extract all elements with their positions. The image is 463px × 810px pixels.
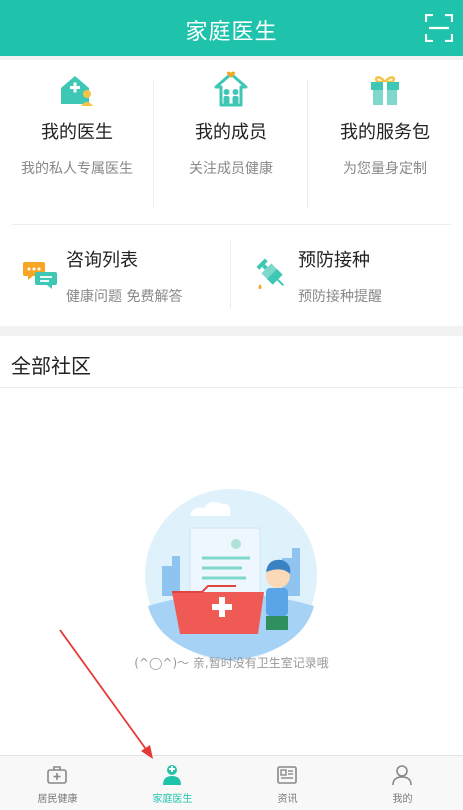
doctor-icon: [163, 765, 181, 785]
consultation-list-subtitle: 健康问题 免费解答: [66, 289, 183, 305]
medical-kit-icon: [47, 766, 67, 784]
tab-resident-health[interactable]: 居民健康: [0, 756, 115, 810]
syringe-icon: [256, 258, 285, 289]
news-icon: [277, 766, 297, 784]
community-section: 全部社区 (^◯^)～ 亲,暂时没有卫生室记录哦: [0, 336, 463, 755]
tab-label: 资讯: [277, 794, 298, 805]
house-doctor-icon: [61, 76, 93, 106]
divider: [230, 240, 231, 308]
scan-icon[interactable]: [425, 14, 453, 42]
vaccination-item[interactable]: 预防接种 预防接种提醒: [232, 236, 463, 312]
community-title: 全部社区: [11, 354, 91, 378]
bottom-tab-bar: 居民健康 家庭医生 资讯 我的: [0, 755, 463, 810]
consultation-list-item[interactable]: 咨询列表 健康问题 免费解答: [0, 236, 231, 312]
my-doctor-subtitle: 我的私人专属医生: [21, 161, 133, 177]
my-members-title: 我的成员: [195, 122, 267, 143]
empty-state-illustration: [145, 489, 317, 661]
my-members-card[interactable]: 我的成员 关注成员健康: [154, 60, 308, 218]
tab-news[interactable]: 资讯: [230, 756, 345, 810]
empty-state-text: (^◯^)～ 亲,暂时没有卫生室记录哦: [134, 656, 329, 670]
my-service-package-card[interactable]: 我的服务包 为您量身定制: [308, 60, 462, 218]
my-doctor-card[interactable]: 我的医生 我的私人专属医生: [0, 60, 154, 218]
tab-label: 家庭医生: [152, 794, 193, 805]
family-home-icon: [214, 71, 248, 107]
top-bar: 家庭医生: [0, 0, 463, 56]
my-service-package-subtitle: 为您量身定制: [343, 161, 427, 177]
chat-bubbles-icon: [23, 262, 57, 289]
page-title: 家庭医生: [185, 20, 278, 45]
feature-panel: 我的医生 我的私人专属医生 我的成员 关注成员健康 我的服务包 为您量身定制 咨…: [0, 60, 463, 326]
tab-mine[interactable]: 我的: [345, 756, 460, 810]
tab-label: 我的: [392, 794, 413, 805]
vaccination-subtitle: 预防接种提醒: [298, 289, 382, 305]
tab-label: 居民健康: [37, 794, 78, 805]
my-service-package-title: 我的服务包: [340, 122, 430, 143]
tab-family-doctor[interactable]: 家庭医生: [115, 756, 230, 810]
gift-icon: [371, 76, 399, 105]
vaccination-title: 预防接种: [298, 250, 370, 271]
user-icon: [392, 765, 412, 786]
consultation-list-title: 咨询列表: [66, 250, 138, 271]
divider: [12, 224, 451, 225]
divider: [0, 387, 463, 388]
my-members-subtitle: 关注成员健康: [189, 161, 273, 177]
my-doctor-title: 我的医生: [41, 122, 113, 143]
